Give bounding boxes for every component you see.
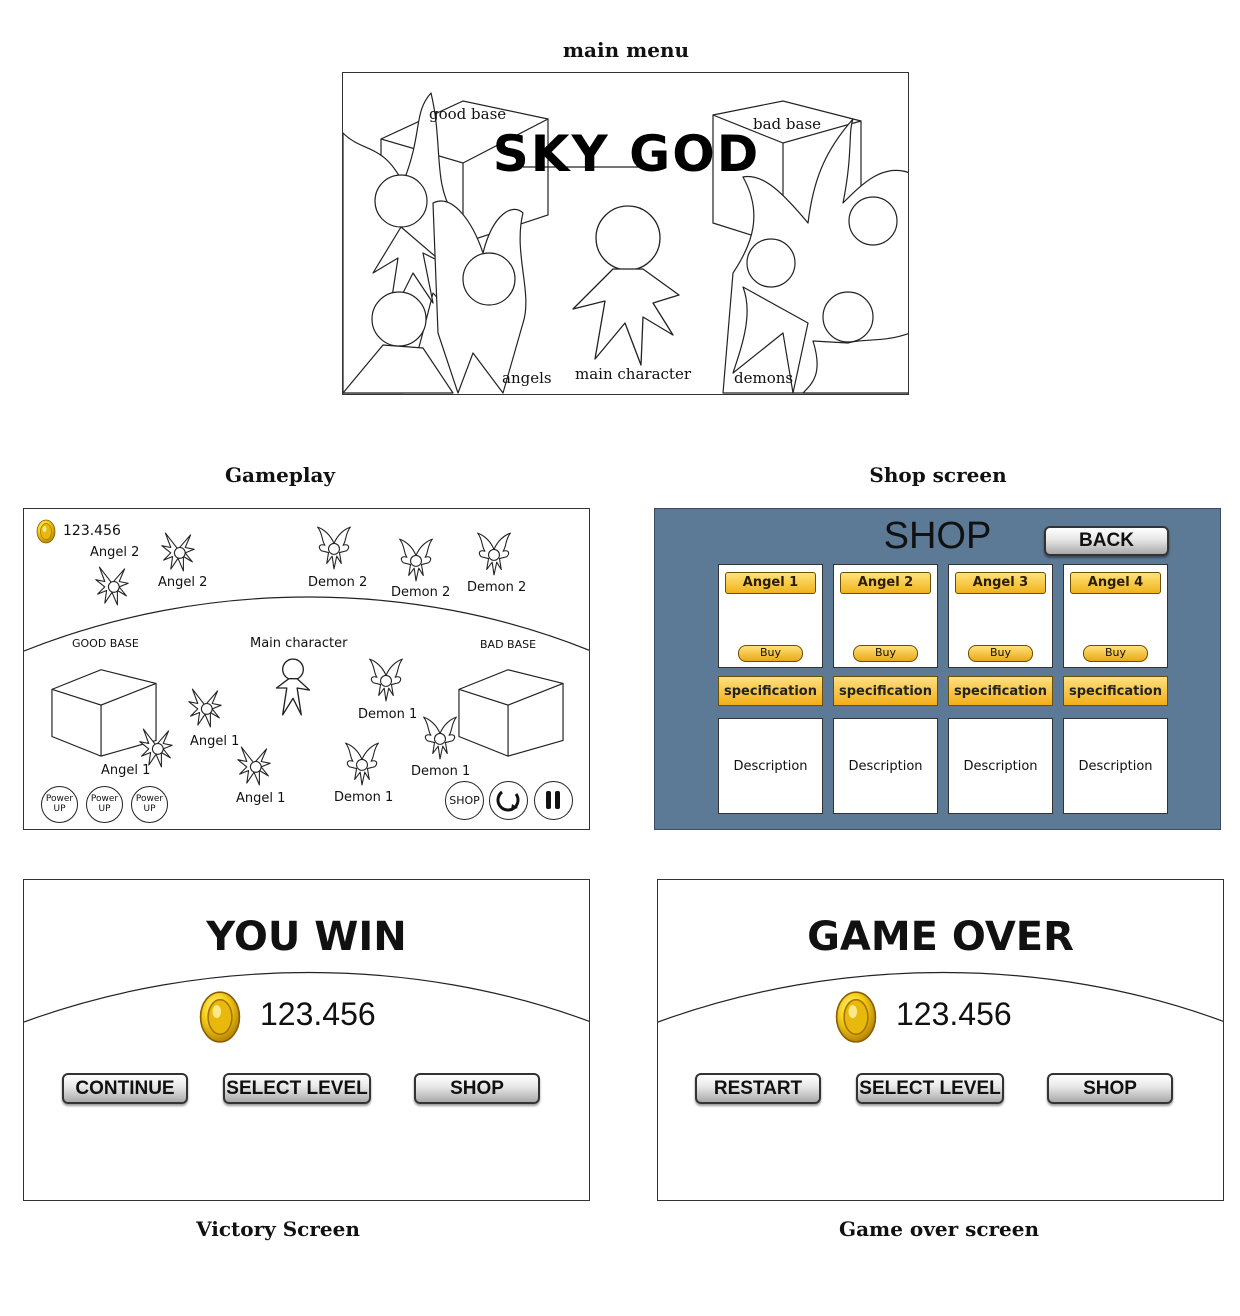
label-angels: angels — [502, 369, 552, 387]
bad-base-cube-icon[interactable] — [457, 657, 565, 761]
label-angel2-a: Angel 2 — [90, 545, 140, 560]
specification-button[interactable]: specification — [718, 676, 823, 706]
pause-icon — [546, 791, 560, 809]
buy-button[interactable]: Buy — [738, 645, 803, 662]
label-demon2-b: Demon 2 — [391, 585, 451, 600]
specification-button[interactable]: specification — [1063, 676, 1168, 706]
shop-item-card[interactable]: Angel 1 Buy — [718, 564, 823, 668]
demon-icon[interactable] — [474, 531, 514, 577]
item-description: Description — [1063, 718, 1168, 814]
item-description: Description — [718, 718, 823, 814]
main-menu-artwork — [343, 92, 908, 394]
caption-gameplay: Gameplay — [224, 463, 336, 487]
power-up-label: Power — [90, 794, 119, 804]
item-name: Angel 3 — [955, 572, 1046, 594]
shop-item-card[interactable]: Angel 3 Buy — [948, 564, 1053, 668]
specification-button[interactable]: specification — [833, 676, 938, 706]
buy-button[interactable]: Buy — [853, 645, 918, 662]
label-good-base: good base — [429, 105, 507, 123]
victory-title: YOU WIN — [206, 914, 407, 960]
label-demon1-b: Demon 1 — [411, 764, 471, 779]
demon-icon[interactable] — [314, 525, 354, 571]
restart-button[interactable]: RESTART — [695, 1073, 821, 1104]
caption-game-over: Game over screen — [839, 1217, 1040, 1241]
shop-item-card[interactable]: Angel 2 Buy — [833, 564, 938, 668]
pause-button[interactable] — [534, 781, 573, 820]
shop-button[interactable]: SHOP — [445, 781, 484, 820]
label-demon1-a: Demon 1 — [358, 707, 418, 722]
power-up-label: UP — [53, 804, 66, 814]
restart-icon — [496, 790, 520, 812]
angel-icon[interactable] — [160, 529, 196, 575]
coin-icon — [36, 519, 56, 544]
game-title: SKY GOD — [492, 125, 761, 183]
shop-screen: SHOP BACK Angel 1 Buy Angel 2 Buy Angel … — [654, 508, 1221, 830]
power-up-button-2[interactable]: Power UP — [86, 786, 123, 823]
item-name: Angel 2 — [840, 572, 931, 594]
buy-button[interactable]: Buy — [1083, 645, 1148, 662]
coin-total: 123.456 — [896, 996, 1012, 1032]
angel-icon[interactable] — [187, 685, 223, 731]
label-angel2-b: Angel 2 — [158, 575, 208, 590]
shop-item-card[interactable]: Angel 4 Buy — [1063, 564, 1168, 668]
shop-button[interactable]: SHOP — [414, 1073, 540, 1104]
caption-main-menu: main menu — [562, 38, 690, 62]
shop-button[interactable]: SHOP — [1047, 1073, 1173, 1104]
label-main-character: Main character — [250, 636, 348, 651]
power-up-label: Power — [45, 794, 74, 804]
select-level-button[interactable]: SELECT LEVEL — [223, 1073, 371, 1104]
demon-icon[interactable] — [396, 537, 436, 583]
game-over-title: GAME OVER — [807, 914, 1074, 960]
power-up-button-1[interactable]: Power UP — [41, 786, 78, 823]
coin-icon — [198, 990, 242, 1044]
coin-total: 123.456 — [260, 996, 376, 1032]
angel-icon[interactable] — [236, 743, 272, 789]
caption-shop: Shop screen — [869, 463, 1007, 487]
power-up-label: UP — [143, 804, 156, 814]
coin-icon — [834, 990, 878, 1044]
label-demons: demons — [734, 369, 794, 387]
restart-button[interactable] — [489, 781, 528, 820]
demon-icon[interactable] — [342, 741, 382, 787]
label-bad-base: BAD BASE — [480, 638, 537, 651]
item-name: Angel 4 — [1070, 572, 1161, 594]
label-demon2-c: Demon 2 — [467, 580, 527, 595]
label-demon2-a: Demon 2 — [308, 575, 368, 590]
buy-button[interactable]: Buy — [968, 645, 1033, 662]
item-name: Angel 1 — [725, 572, 816, 594]
power-up-label: UP — [98, 804, 111, 814]
character-icon[interactable] — [272, 657, 314, 719]
caption-victory: Victory Screen — [196, 1217, 360, 1241]
coin-counter: 123.456 — [63, 523, 121, 539]
power-up-button-3[interactable]: Power UP — [131, 786, 168, 823]
demon-icon[interactable] — [420, 715, 460, 761]
specification-button[interactable]: specification — [948, 676, 1053, 706]
gameplay-screen: 123.456 Angel 2 Angel 2 Demon 2 Demon 2 … — [23, 508, 590, 830]
label-angel1-a: Angel 1 — [190, 734, 240, 749]
game-over-screen: GAME OVER 123.456 RESTART SELECT LEVEL S… — [657, 879, 1224, 1201]
item-description: Description — [948, 718, 1053, 814]
label-good-base: GOOD BASE — [72, 637, 139, 650]
demon-icon[interactable] — [366, 657, 406, 703]
label-angel1-b: Angel 1 — [101, 763, 151, 778]
label-angel1-c: Angel 1 — [236, 791, 286, 806]
victory-screen: YOU WIN 123.456 CONTINUE SELECT LEVEL SH… — [23, 879, 590, 1201]
back-button[interactable]: BACK — [1044, 526, 1169, 556]
main-menu-screen: good base bad base SKY GOD angels main c… — [342, 72, 909, 395]
select-level-button[interactable]: SELECT LEVEL — [856, 1073, 1004, 1104]
angel-icon[interactable] — [94, 563, 130, 609]
label-demon1-c: Demon 1 — [334, 790, 394, 805]
label-main-character: main character — [575, 365, 691, 383]
item-description: Description — [833, 718, 938, 814]
power-up-label: Power — [135, 794, 164, 804]
continue-button[interactable]: CONTINUE — [62, 1073, 188, 1104]
